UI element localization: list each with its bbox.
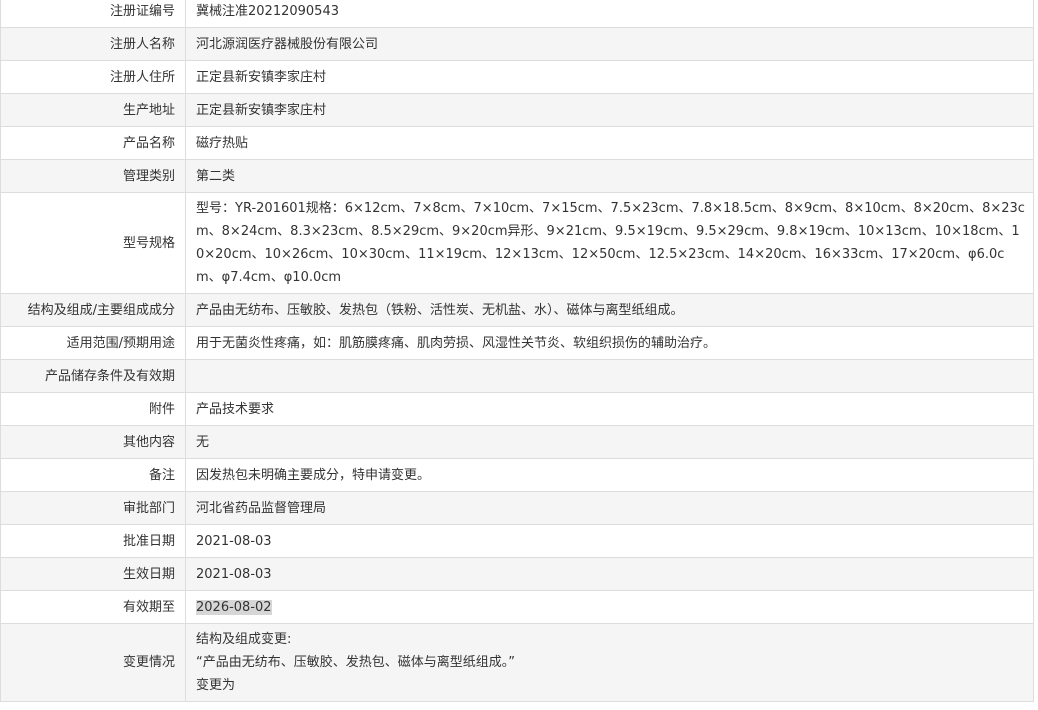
table-row-effective-date: 生效日期 2021-08-03	[0, 557, 1034, 591]
row-value: 产品技术要求	[185, 392, 1034, 426]
row-value: 正定县新安镇李家庄村	[185, 60, 1034, 94]
row-value: 无	[185, 425, 1034, 459]
registration-detail-table-wrapper: 注册证编号 冀械注准20212090543 注册人名称 河北源润医疗器械股份有限…	[0, 0, 1034, 702]
change-line: 变更为	[196, 678, 236, 693]
row-label: 变更情况	[0, 623, 186, 702]
row-label: 型号规格	[0, 192, 186, 294]
table-row-valid-until: 有效期至 2026-08-02	[0, 590, 1034, 624]
row-label: 附件	[0, 392, 186, 426]
selected-text-highlight[interactable]: 2026-08-02	[196, 599, 272, 615]
table-row-structure-composition: 结构及组成/主要组成成分 产品由无纺布、压敏胶、发热包（铁粉、活性炭、无机盐、水…	[0, 293, 1034, 327]
table-row-registration-number: 注册证编号 冀械注准20212090543	[0, 0, 1034, 28]
row-value: 正定县新安镇李家庄村	[185, 93, 1034, 127]
row-label: 结构及组成/主要组成成分	[0, 293, 186, 327]
row-label: 注册人名称	[0, 27, 186, 61]
row-value	[185, 359, 1034, 393]
row-label: 注册证编号	[0, 0, 186, 28]
table-row-management-category: 管理类别 第二类	[0, 159, 1034, 193]
registration-detail-table: 注册证编号 冀械注准20212090543 注册人名称 河北源润医疗器械股份有限…	[0, 0, 1034, 702]
table-row-product-name: 产品名称 磁疗热贴	[0, 126, 1034, 160]
table-row-registrant-name: 注册人名称 河北源润医疗器械股份有限公司	[0, 27, 1034, 61]
table-row-attachment: 附件 产品技术要求	[0, 392, 1034, 426]
row-value: 用于无菌炎性疼痛，如：肌筋膜疼痛、肌肉劳损、风湿性关节炎、软组织损伤的辅助治疗。	[185, 326, 1034, 360]
row-label: 审批部门	[0, 491, 186, 525]
table-row-storage-conditions: 产品储存条件及有效期	[0, 359, 1034, 393]
row-label: 管理类别	[0, 159, 186, 193]
table-row-approval-department: 审批部门 河北省药品监督管理局	[0, 491, 1034, 525]
table-row-change-info: 变更情况 结构及组成变更: “产品由无纺布、压敏胶、发热包、磁体与离型纸组成。”…	[0, 623, 1034, 702]
row-value: 河北源润医疗器械股份有限公司	[185, 27, 1034, 61]
table-row-remarks: 备注 因发热包未明确主要成分，特申请变更。	[0, 458, 1034, 492]
row-label: 生效日期	[0, 557, 186, 591]
row-label: 其他内容	[0, 425, 186, 459]
row-label: 适用范围/预期用途	[0, 326, 186, 360]
table-row-model-specification: 型号规格 型号：YR-201601规格：6×12cm、7×8cm、7×10cm、…	[0, 192, 1034, 294]
row-value: 2021-08-03	[185, 524, 1034, 558]
table-row-approval-date: 批准日期 2021-08-03	[0, 524, 1034, 558]
row-value: 磁疗热贴	[185, 126, 1034, 160]
row-label: 生产地址	[0, 93, 186, 127]
change-line: “产品由无纺布、压敏胶、发热包、磁体与离型纸组成。”	[196, 655, 515, 670]
row-label: 产品名称	[0, 126, 186, 160]
row-label: 批准日期	[0, 524, 186, 558]
row-value: 河北省药品监督管理局	[185, 491, 1034, 525]
table-row-intended-use: 适用范围/预期用途 用于无菌炎性疼痛，如：肌筋膜疼痛、肌肉劳损、风湿性关节炎、软…	[0, 326, 1034, 360]
row-label: 备注	[0, 458, 186, 492]
row-label: 产品储存条件及有效期	[0, 359, 186, 393]
vertical-scrollbar[interactable]	[1034, 0, 1038, 710]
row-value: 第二类	[185, 159, 1034, 193]
table-row-registrant-address: 注册人住所 正定县新安镇李家庄村	[0, 60, 1034, 94]
change-line: 结构及组成变更:	[196, 632, 292, 647]
row-value: 冀械注准20212090543	[185, 0, 1034, 28]
row-value: 2026-08-02	[185, 590, 1034, 624]
table-row-other-content: 其他内容 无	[0, 425, 1034, 459]
row-value: 产品由无纺布、压敏胶、发热包（铁粉、活性炭、无机盐、水）、磁体与离型纸组成。	[185, 293, 1034, 327]
row-value: 因发热包未明确主要成分，特申请变更。	[185, 458, 1034, 492]
row-label: 有效期至	[0, 590, 186, 624]
row-value: 型号：YR-201601规格：6×12cm、7×8cm、7×10cm、7×15c…	[185, 192, 1034, 294]
row-value: 2021-08-03	[185, 557, 1034, 591]
row-label: 注册人住所	[0, 60, 186, 94]
table-row-production-address: 生产地址 正定县新安镇李家庄村	[0, 93, 1034, 127]
row-value: 结构及组成变更: “产品由无纺布、压敏胶、发热包、磁体与离型纸组成。” 变更为	[185, 623, 1034, 702]
